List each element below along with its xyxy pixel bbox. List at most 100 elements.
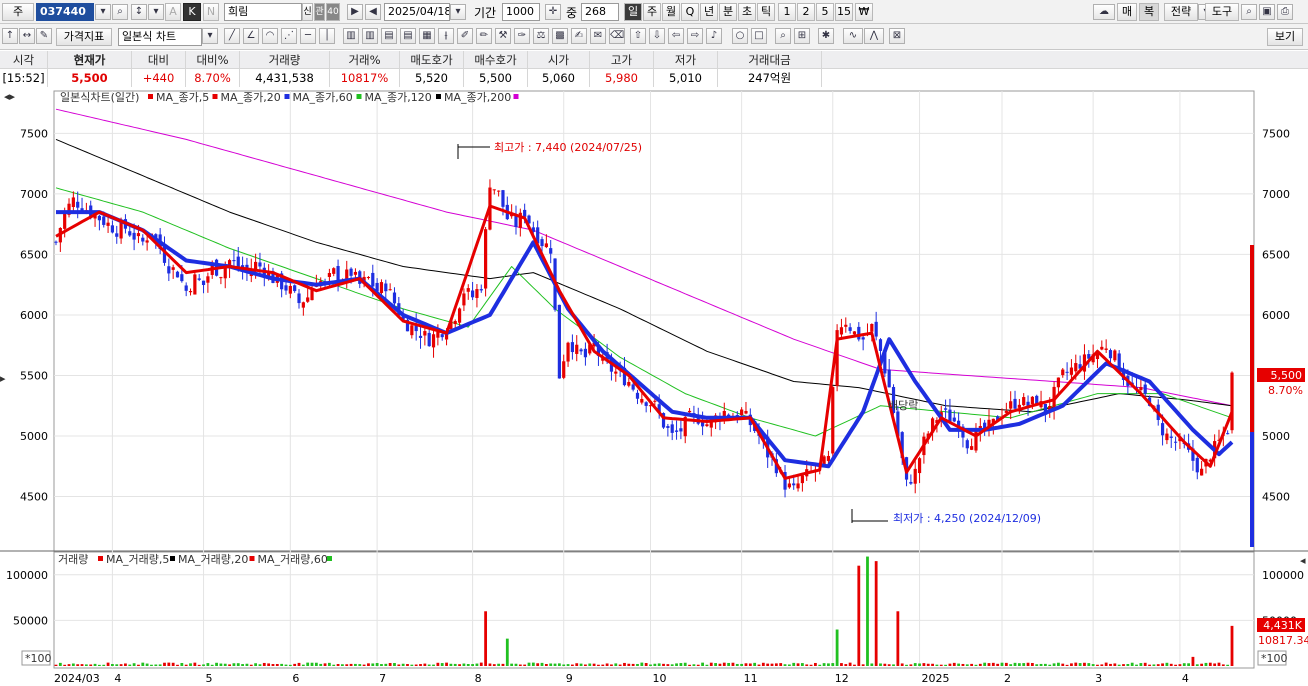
market-selector[interactable]: 주 xyxy=(2,3,34,21)
erase-icon[interactable]: ⌫ xyxy=(609,28,625,44)
compare-icon[interactable]: ⚖ xyxy=(533,28,549,44)
chart-type-dropdown-icon[interactable]: ▾ xyxy=(202,28,218,44)
volume-legend-swatch xyxy=(327,556,332,561)
calendar-dropdown-icon[interactable]: ▾ xyxy=(450,4,466,20)
count-input[interactable]: 268 xyxy=(581,3,619,21)
cloud-icon[interactable]: ☁ xyxy=(1093,4,1115,20)
edit-icon[interactable]: ✎ xyxy=(36,28,52,44)
strategy-button[interactable]: 전략 xyxy=(1164,3,1198,21)
arrow-up-box-icon[interactable]: ⇧ xyxy=(630,28,646,44)
volume-bar xyxy=(163,662,166,666)
cycle-icon[interactable]: ⫲ xyxy=(438,28,454,44)
crosshair-icon[interactable]: ✛ xyxy=(545,4,561,20)
chart-type-select[interactable]: 일본식 차트 xyxy=(118,28,202,46)
volume-bar xyxy=(1009,664,1013,666)
hline-icon[interactable]: ─ xyxy=(300,28,316,44)
save-icon[interactable]: ▣ xyxy=(1259,4,1275,20)
vline-icon[interactable]: │ xyxy=(319,28,335,44)
candle-body xyxy=(115,233,119,237)
a-button[interactable]: A xyxy=(165,3,181,21)
grid5-icon[interactable]: ▦ xyxy=(419,28,435,44)
grid2-icon[interactable]: ▥ xyxy=(362,28,378,44)
sort-icon[interactable]: ↕ xyxy=(131,4,147,20)
arrow-right-box-icon[interactable]: ⇨ xyxy=(687,28,703,44)
bug-icon[interactable]: ✱ xyxy=(818,28,834,44)
grid1-icon[interactable]: ▥ xyxy=(343,28,359,44)
period-button-week[interactable]: 주 xyxy=(643,3,661,21)
rect-icon[interactable]: □ xyxy=(751,28,767,44)
search-doc-icon[interactable]: ⌕ xyxy=(1241,4,1257,20)
period-button-year[interactable]: 년 xyxy=(700,3,718,21)
candle-body xyxy=(492,189,496,191)
volume-bar xyxy=(137,664,140,666)
n-button[interactable]: N xyxy=(203,3,219,21)
period-button-1[interactable]: 1 xyxy=(778,3,796,21)
period-button-quarter[interactable]: Q xyxy=(681,3,699,21)
volume-bar xyxy=(1217,662,1221,666)
indicator-button[interactable]: 가격지표 xyxy=(56,28,112,46)
zoom-icon[interactable]: ⌕ xyxy=(775,28,791,44)
volume-bar xyxy=(948,663,952,666)
arrow-down-box-icon[interactable]: ⇩ xyxy=(649,28,665,44)
period-button-2[interactable]: 2 xyxy=(797,3,815,21)
quote-panel: 시각 현재가 대비 대비% 거래량 거래% 매도호가 매수호가 시가 고가 저가… xyxy=(0,51,1308,90)
back-icon[interactable]: ◀ xyxy=(365,4,381,20)
search-icon[interactable]: ⌕ xyxy=(112,4,128,20)
candle-body xyxy=(635,392,640,399)
period-button-minute[interactable]: 분 xyxy=(719,3,737,21)
circle-icon[interactable]: ○ xyxy=(732,28,748,44)
volume-bar xyxy=(896,611,900,666)
period-button-month[interactable]: 월 xyxy=(662,3,680,21)
volume-bar xyxy=(232,663,236,666)
palette-icon[interactable]: ▩ xyxy=(552,28,568,44)
paint-icon[interactable]: ✍ xyxy=(571,28,587,44)
stock-name-field[interactable]: 희림 xyxy=(224,3,302,21)
grid4-icon[interactable]: ▤ xyxy=(400,28,416,44)
zoom-rect-icon[interactable]: ⊞ xyxy=(794,28,810,44)
print-icon[interactable]: ⎙ xyxy=(1277,4,1293,20)
period-button-day[interactable]: 일 xyxy=(624,3,642,21)
trendline-icon[interactable]: ╱ xyxy=(224,28,240,44)
arrow-left-box-icon[interactable]: ⇦ xyxy=(668,28,684,44)
volume-bar xyxy=(926,663,930,666)
wave-icon[interactable]: ∿ xyxy=(843,28,863,44)
pen-icon[interactable]: ✐ xyxy=(457,28,473,44)
buy-button[interactable]: 매 xyxy=(1117,3,1137,21)
period-button-15[interactable]: 15 xyxy=(835,3,853,21)
play-icon[interactable]: ▶ xyxy=(347,4,363,20)
brush-icon[interactable]: ✑ xyxy=(514,28,530,44)
sort-dropdown-icon[interactable]: ▾ xyxy=(148,4,164,20)
arrow-horizontal-icon[interactable]: ↔ xyxy=(19,28,35,44)
fan-icon[interactable]: ⋰ xyxy=(281,28,297,44)
arc-icon[interactable]: ◠ xyxy=(262,28,278,44)
restore-button[interactable]: 복 xyxy=(1139,3,1159,21)
stock-chart[interactable]: ◂▸ 일본식차트(일간) MA_종가,5 MA_종가,20 MA_종가,60 MA_종… xyxy=(0,89,1308,686)
date-input[interactable]: 2025/04/18 xyxy=(384,3,450,21)
volume-bar xyxy=(111,664,114,666)
quote-bid: 5,500 xyxy=(464,69,528,87)
period-button-tick[interactable]: 틱 xyxy=(757,3,775,21)
clear-icon[interactable]: ⊠ xyxy=(889,28,905,44)
wand-icon[interactable]: ⚒ xyxy=(495,28,511,44)
note-icon[interactable]: ✉ xyxy=(590,28,606,44)
k-button[interactable]: K xyxy=(183,3,201,21)
period-button-second[interactable]: 초 xyxy=(738,3,756,21)
quote-open: 5,060 xyxy=(528,69,590,87)
pencil-icon[interactable]: ✏ xyxy=(476,28,492,44)
period-button-5[interactable]: 5 xyxy=(816,3,834,21)
code-dropdown-icon[interactable]: ▾ xyxy=(95,4,111,20)
angle-icon[interactable]: ∠ xyxy=(243,28,259,44)
arrow-up-icon[interactable]: ↑ xyxy=(2,28,18,44)
currency-button[interactable]: ₩ xyxy=(855,3,873,21)
tools-button[interactable]: 도구 xyxy=(1205,3,1239,21)
zigzag-icon[interactable]: ⋀ xyxy=(864,28,884,44)
stock-code-input[interactable]: 037440 xyxy=(36,3,94,21)
view-button[interactable]: 보기 xyxy=(1267,28,1303,46)
volume-bar xyxy=(605,663,609,666)
volume-bar xyxy=(679,663,683,666)
quote-header-ask: 매도호가 xyxy=(400,51,464,69)
music-icon[interactable]: ♪ xyxy=(706,28,722,44)
grid3-icon[interactable]: ▤ xyxy=(381,28,397,44)
candle-body xyxy=(887,369,891,388)
period-input[interactable]: 1000 xyxy=(502,3,540,21)
